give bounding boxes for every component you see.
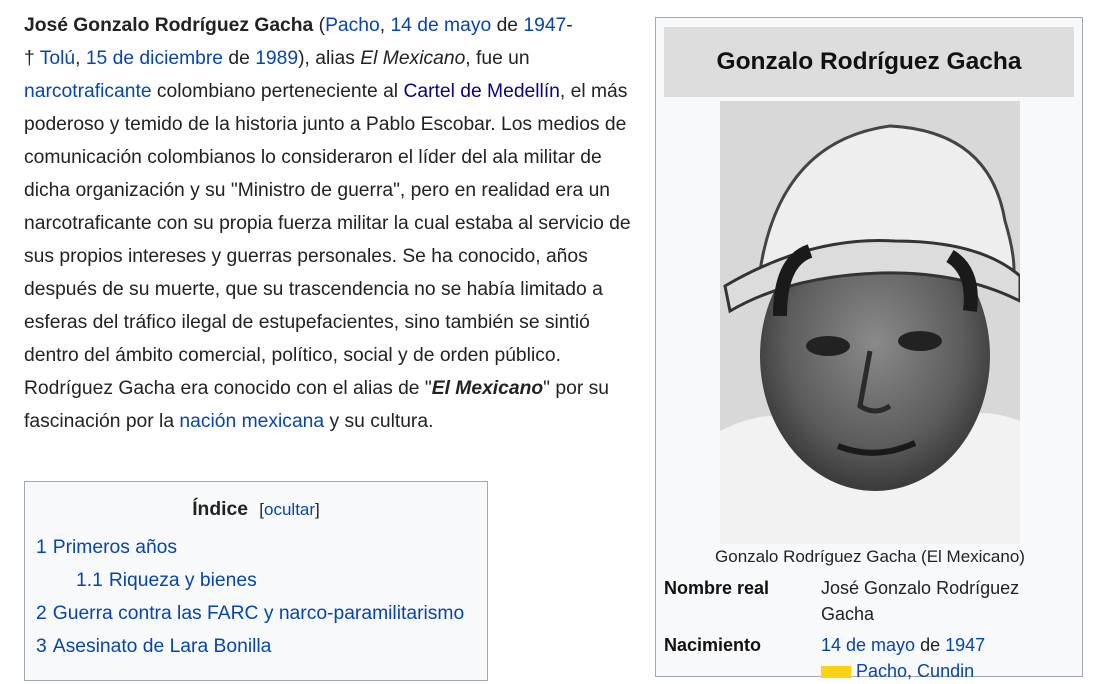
link-tolu[interactable]: Tolú [40,48,75,69]
article-lead: José Gonzalo Rodríguez Gacha (Pacho, 14 … [24,9,636,438]
infobox-row-real-name: Nombre real José Gonzalo Rodríguez Gacha [664,575,1076,627]
toc-item[interactable]: 1 Primeros años [25,531,487,564]
link-death-year[interactable]: 1989 [255,48,298,69]
link-birth-date[interactable]: 14 de mayo [390,15,491,36]
portrait-photo[interactable] [720,101,1020,544]
toc-item[interactable]: 1.1 Riqueza y bienes [25,564,487,597]
link-death-date[interactable]: 15 de diciembre [86,48,223,69]
infobox-link-birth-year[interactable]: 1947 [945,635,985,655]
article-subject-name: José Gonzalo Rodríguez Gacha [24,15,314,36]
birth-label: Nacimiento [664,635,762,655]
lead-paragraph: José Gonzalo Rodríguez Gacha (Pacho, 14 … [24,15,631,432]
link-pacho[interactable]: Pacho [325,15,380,36]
link-birth-year[interactable]: 1947 [523,15,566,36]
link-cartel-medellin[interactable]: Cartel de Medellín [403,81,559,102]
infobox-link-birth-date[interactable]: 14 de mayo [821,635,915,655]
birth-value: 14 de mayo de 1947 Pacho, Cundin [821,635,986,681]
portrait-image [720,101,1020,544]
real-name-value: José Gonzalo Rodríguez Gacha [821,578,1020,624]
link-nacion-mexicana[interactable]: nación mexicana [179,411,324,432]
toc-item[interactable]: 3 Asesinato de Lara Bonilla [25,630,487,663]
infobox-link-birth-place[interactable]: Pacho, Cundin [856,661,974,681]
alias-italic: El Mexicano [360,48,466,69]
toc-item[interactable]: 2 Guerra contra las FARC y narco-paramili… [25,597,487,630]
link-narcotraficante[interactable]: narcotraficante [24,81,152,102]
alias-bold-italic: El Mexicano [431,378,544,399]
toc-hide-link[interactable]: ocultar [264,500,315,519]
table-of-contents: Índice [ocultar] 1 Primeros años 1.1 Rique… [24,481,488,681]
toc-header: Índice [ocultar] [25,496,487,524]
infobox-row-birth: Nacimiento 14 de mayo de 1947 Pacho, Cun… [664,632,1076,684]
infobox: Gonzalo Rodríguez Gacha Gonzalo Rodrígue… [655,17,1083,681]
photo-caption: Gonzalo Rodríguez Gacha (El Mexicano) [715,547,1025,566]
infobox-title: Gonzalo Rodríguez Gacha [664,27,1074,97]
colombia-flag-icon [821,666,851,679]
real-name-label: Nombre real [664,578,770,598]
toc-toggle: [ocultar] [259,500,320,519]
toc-list: 1 Primeros años 1.1 Riqueza y bienes 2 Guer… [25,531,487,663]
toc-title: Índice [192,499,248,520]
